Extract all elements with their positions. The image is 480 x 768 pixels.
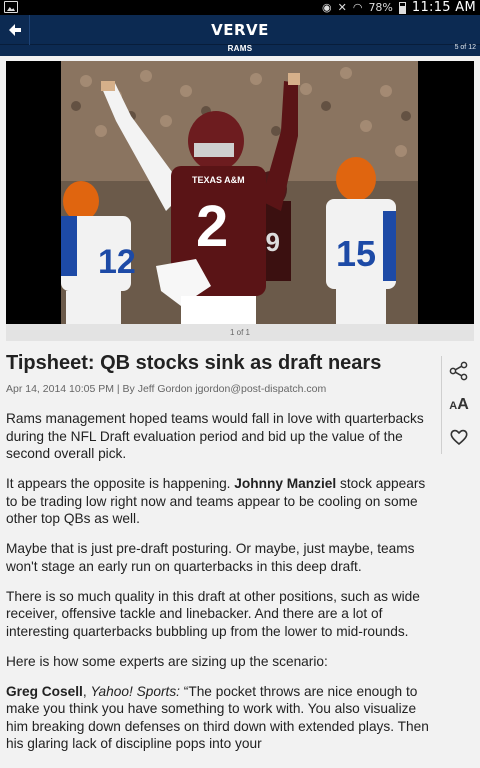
article-body: Rams management hoped teams would fall i…: [6, 410, 436, 765]
battery-icon: [398, 1, 406, 14]
wifi-icon: ◠: [352, 1, 363, 14]
paragraph-2-lead: It appears the opposite is happening.: [6, 476, 235, 492]
share-button[interactable]: [446, 358, 472, 384]
paragraph-5: Here is how some experts are sizing up t…: [6, 653, 328, 669]
paragraph-4: There is so much quality in this draft a…: [6, 588, 420, 639]
svg-text:2: 2: [196, 194, 228, 259]
svg-text:12: 12: [98, 243, 136, 281]
article-title: Tipsheet: QB stocks sink as draft nears: [6, 352, 382, 374]
svg-text:TEXAS A&M: TEXAS A&M: [192, 175, 245, 185]
section-label: RAMS: [227, 44, 253, 53]
text-size-button[interactable]: AA: [446, 392, 472, 418]
heart-icon: [450, 429, 468, 446]
svg-text:15: 15: [336, 233, 376, 274]
article-photo[interactable]: 12 19 15: [6, 61, 474, 324]
paragraph-6: Greg Cosell, Yahoo! Sports: “The pocket …: [6, 683, 436, 753]
eye-icon: ◉: [322, 1, 332, 14]
paragraph-3: Maybe that is just pre-draft posturing. …: [6, 541, 415, 574]
gallery-notification-icon: [4, 1, 18, 13]
battery-percent: 78%: [368, 1, 393, 14]
player-name-link: Johnny Manziel: [234, 476, 337, 492]
paragraph-1: Rams management hoped teams would fall i…: [6, 411, 424, 462]
back-arrow-icon: [8, 24, 21, 36]
back-button[interactable]: [0, 15, 30, 45]
status-bar: ◉ ✕ ◠ 78% 11:15 AM: [0, 0, 480, 15]
clock: 11:15 AM: [411, 0, 476, 15]
photo-gallery[interactable]: 12 19 15: [6, 61, 474, 341]
page-counter: 5 of 12: [454, 44, 476, 51]
article-byline: Apr 14, 2014 10:05 PM | By Jeff Gordon j…: [6, 383, 327, 395]
share-icon: [449, 361, 468, 381]
publication-name: Yahoo! Sports:: [90, 683, 180, 699]
favorite-button[interactable]: [446, 424, 472, 450]
brand-logo: VERVE: [211, 21, 269, 39]
football-photo-illustration: 12 19 15: [6, 61, 474, 324]
expert-name: Greg Cosell: [6, 683, 83, 699]
text-size-icon: AA: [449, 396, 469, 413]
paragraph-2: It appears the opposite is happening. Jo…: [6, 475, 436, 528]
article-tools: AA: [441, 356, 473, 454]
photo-counter: 1 of 1: [6, 324, 474, 341]
status-icons: ◉ ✕ ◠ 78% 11:15 AM: [322, 0, 476, 15]
section-bar: RAMS 5 of 12: [0, 44, 480, 56]
mute-icon: ✕: [337, 1, 347, 14]
app-header: VERVE: [0, 15, 480, 45]
